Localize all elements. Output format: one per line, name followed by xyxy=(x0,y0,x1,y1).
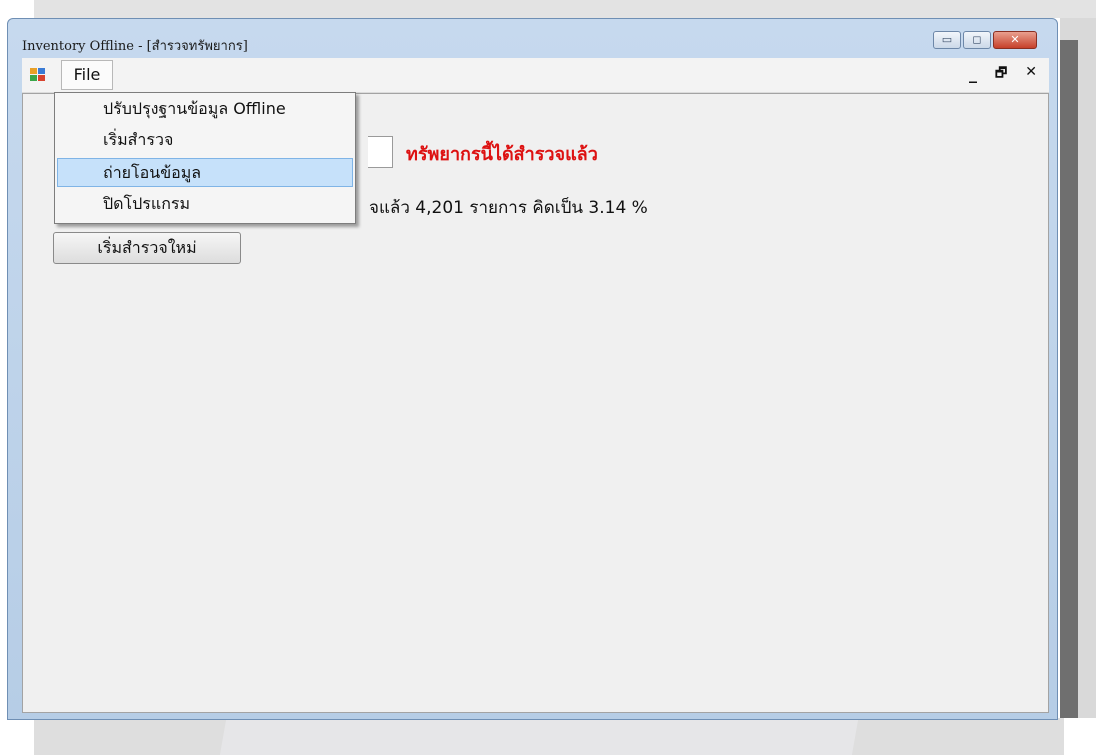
mdi-minimize-icon[interactable]: _ xyxy=(969,64,977,86)
status-message: ทรัพยากรนี้ได้สำรวจแล้ว xyxy=(406,144,598,165)
menu-bar: File _ 🗗 ✕ xyxy=(22,58,1049,93)
file-dropdown-menu: ปรับปรุงฐานข้อมูล Offline เริ่มสำรวจ ถ่า… xyxy=(54,92,356,224)
menu-item-close-program[interactable]: ปิดโปรแกรม xyxy=(57,190,353,219)
restart-survey-button[interactable]: เริ่มสำรวจใหม่ xyxy=(53,232,241,264)
window-shadow xyxy=(1060,40,1078,718)
mdi-controls: _ 🗗 ✕ xyxy=(969,64,1037,86)
maximize-icon[interactable]: ◻ xyxy=(963,31,991,49)
close-icon[interactable]: ✕ xyxy=(993,31,1037,49)
menu-item-update-offline-db[interactable]: ปรับปรุงฐานข้อมูล Offline xyxy=(57,95,353,124)
app-icon[interactable] xyxy=(30,68,46,82)
menu-item-transfer-data[interactable]: ถ่ายโอนข้อมูล xyxy=(57,158,353,187)
title-bar[interactable]: Inventory Offline - [สำรวจทรัพยากร] ▭ ◻ … xyxy=(8,19,1057,59)
stats-text: จแล้ว 4,201 รายการ คิดเป็น 3.14 % xyxy=(369,198,648,218)
caption-buttons: ▭ ◻ ✕ xyxy=(933,31,1037,49)
mdi-close-icon[interactable]: ✕ xyxy=(1025,64,1037,86)
minimize-icon[interactable]: ▭ xyxy=(933,31,961,49)
background-band-top xyxy=(34,0,1096,18)
menu-item-start-survey[interactable]: เริ่มสำรวจ xyxy=(57,126,353,155)
mdi-restore-icon[interactable]: 🗗 xyxy=(995,64,1007,86)
window-title: Inventory Offline - [สำรวจทรัพยากร] xyxy=(22,39,248,54)
file-menu[interactable]: File xyxy=(61,60,113,90)
search-input[interactable] xyxy=(368,136,393,168)
